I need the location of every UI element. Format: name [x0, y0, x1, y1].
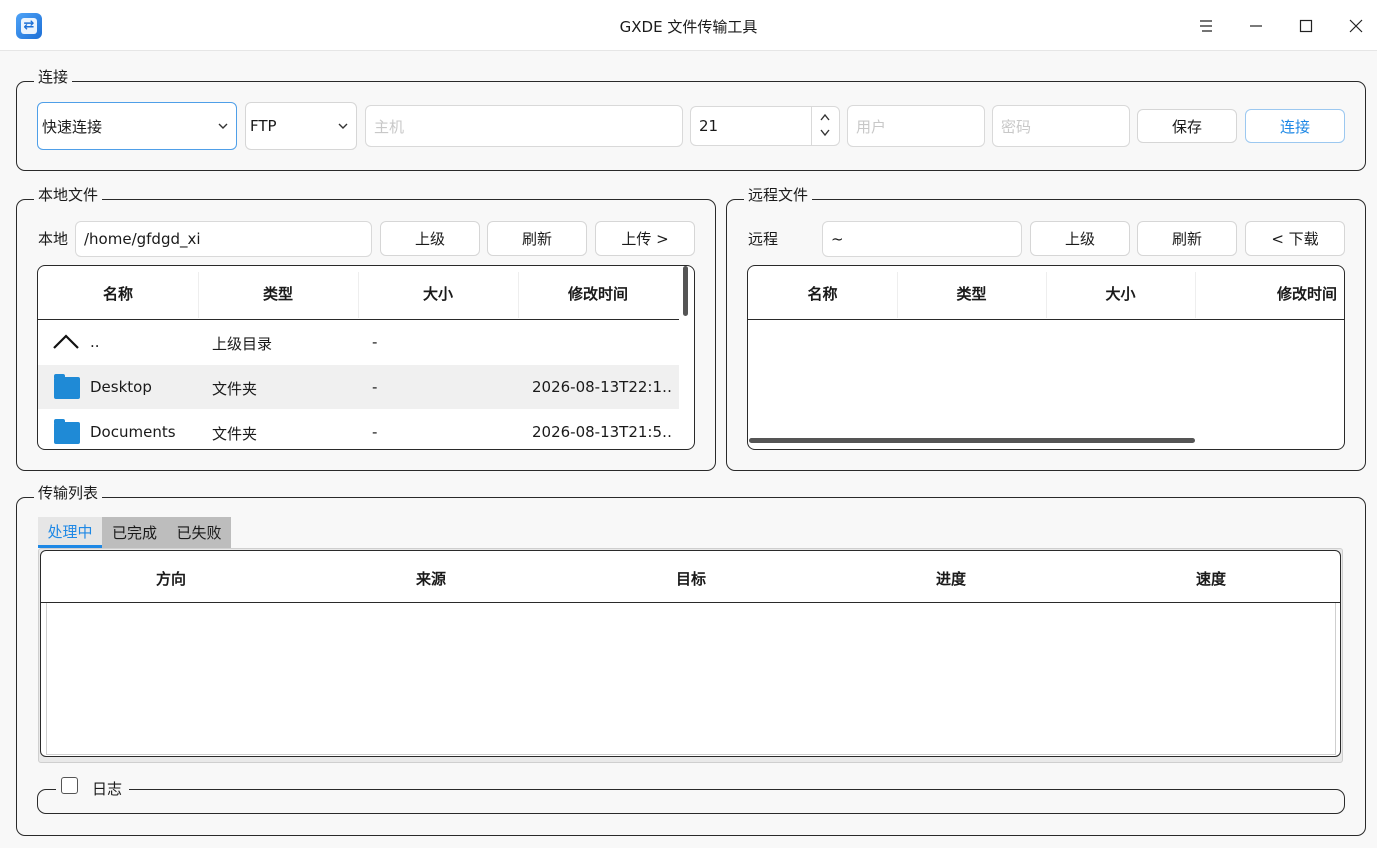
local-path-input[interactable]: /home/gfdgd_xi — [75, 221, 372, 257]
transfer-list-group-title: 传输列表 — [34, 484, 103, 502]
row-name: Desktop — [90, 378, 152, 396]
row-name: Documents — [90, 423, 176, 441]
close-icon[interactable] — [1342, 12, 1370, 40]
tab-failed[interactable]: 已失败 — [167, 517, 231, 548]
protocol-select-value: FTP — [250, 117, 277, 135]
local-table-scrollbar[interactable] — [683, 266, 688, 316]
folder-icon — [54, 419, 80, 444]
profile-select[interactable]: 快速连接 — [37, 102, 237, 150]
folder-icon — [54, 374, 80, 399]
remote-table-hscrollbar[interactable] — [749, 438, 1195, 443]
remote-column-mtime[interactable]: 修改时间 — [1195, 283, 1337, 304]
local-files-group-title: 本地文件 — [34, 186, 103, 204]
table-header-divider — [748, 319, 1344, 320]
upload-button[interactable]: 上传 > — [595, 221, 695, 256]
row-type: 文件夹 — [212, 380, 258, 398]
transfer-app-icon: ⇄ — [16, 13, 42, 39]
row-name: .. — [90, 333, 100, 351]
chevron-down-icon — [218, 123, 228, 129]
row-size: - — [372, 378, 378, 396]
port-increment-icon[interactable] — [816, 109, 834, 125]
remote-column-type[interactable]: 类型 — [897, 283, 1046, 304]
row-size: - — [372, 333, 378, 351]
host-input[interactable]: 主机 — [365, 105, 683, 147]
menu-icon[interactable] — [1192, 12, 1220, 40]
maximize-icon[interactable] — [1292, 12, 1320, 40]
remote-column-name[interactable]: 名称 — [748, 283, 897, 304]
transfer-column-source[interactable]: 来源 — [301, 568, 561, 589]
local-column-mtime[interactable]: 修改时间 — [518, 283, 678, 304]
column-divider — [1195, 272, 1196, 318]
port-value: 21 — [699, 117, 719, 135]
save-button[interactable]: 保存 — [1137, 109, 1237, 143]
tab-completed[interactable]: 已完成 — [102, 517, 167, 548]
minimize-icon[interactable] — [1242, 12, 1270, 40]
remote-path-value: ~ — [831, 230, 844, 248]
column-divider — [358, 272, 359, 318]
window-title: GXDE 文件传输工具 — [619, 18, 758, 36]
chevron-down-icon — [338, 123, 348, 129]
column-divider — [518, 272, 519, 318]
connect-button[interactable]: 连接 — [1245, 109, 1345, 143]
remote-path-input[interactable]: ~ — [822, 221, 1022, 257]
local-path-value: /home/gfdgd_xi — [84, 230, 201, 248]
row-type: 文件夹 — [212, 425, 258, 443]
remote-files-group-title: 远程文件 — [744, 186, 813, 204]
remote-refresh-button[interactable]: 刷新 — [1137, 221, 1237, 256]
password-placeholder: 密码 — [1001, 117, 1032, 136]
local-column-type[interactable]: 类型 — [198, 283, 358, 304]
transfer-column-direction[interactable]: 方向 — [41, 568, 301, 589]
remote-column-size[interactable]: 大小 — [1046, 283, 1195, 304]
password-input[interactable]: 密码 — [992, 105, 1130, 147]
row-size: - — [372, 423, 378, 441]
remote-path-label: 远程 — [748, 230, 779, 248]
connection-group-title: 连接 — [34, 68, 73, 86]
local-column-size[interactable]: 大小 — [358, 283, 518, 304]
log-group — [37, 789, 1345, 814]
tab-processing[interactable]: 处理中 — [38, 517, 102, 548]
user-input[interactable]: 用户 — [847, 105, 985, 147]
profile-select-value: 快速连接 — [42, 117, 103, 136]
column-divider — [198, 272, 199, 318]
download-button[interactable]: < 下载 — [1245, 221, 1345, 256]
transfer-column-progress[interactable]: 进度 — [821, 568, 1081, 589]
parent-dir-icon — [52, 331, 80, 353]
row-mtime: 2026-08-13T22:1… — [532, 378, 672, 396]
user-placeholder: 用户 — [856, 117, 887, 136]
log-checkbox[interactable] — [61, 777, 78, 794]
local-column-name[interactable]: 名称 — [38, 283, 198, 304]
local-path-label: 本地 — [38, 230, 69, 248]
transfer-column-speed[interactable]: 速度 — [1081, 568, 1341, 589]
row-type: 上级目录 — [212, 335, 273, 353]
host-placeholder: 主机 — [374, 117, 405, 136]
remote-up-button[interactable]: 上级 — [1030, 221, 1130, 256]
transfer-table-body — [46, 603, 1336, 755]
transfer-column-target[interactable]: 目标 — [561, 568, 821, 589]
log-label: 日志 — [92, 780, 123, 798]
row-mtime: 2026-08-13T21:5… — [532, 423, 672, 441]
local-refresh-button[interactable]: 刷新 — [487, 221, 587, 256]
column-divider — [897, 272, 898, 318]
port-decrement-icon[interactable] — [816, 125, 834, 141]
protocol-select[interactable]: FTP — [245, 102, 357, 150]
column-divider — [1046, 272, 1047, 318]
table-row[interactable] — [38, 320, 679, 364]
local-up-button[interactable]: 上级 — [380, 221, 480, 256]
